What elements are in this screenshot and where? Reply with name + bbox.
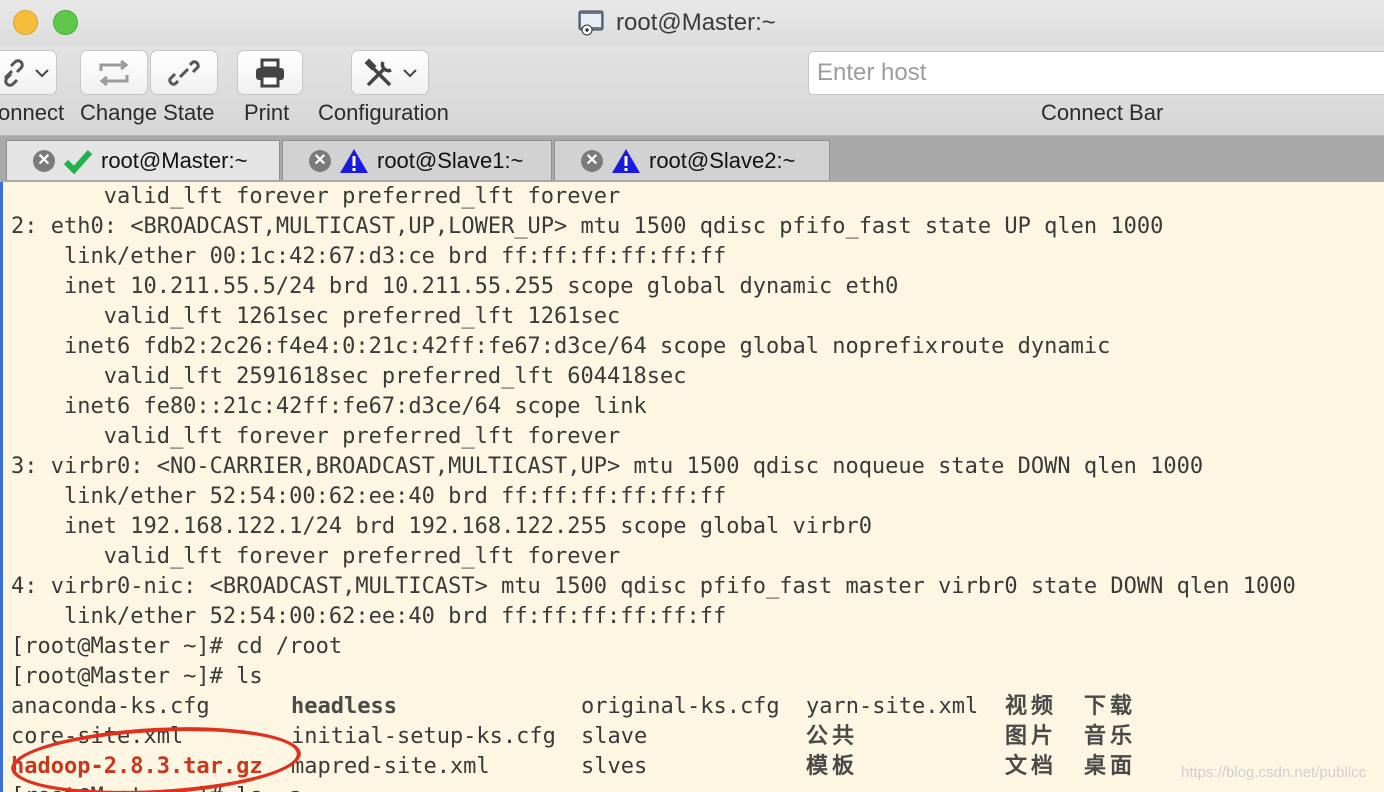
terminal-line: 2: eth0: <BROADCAST,MULTICAST,UP,LOWER_U… [11,214,1164,239]
terminal-app-icon [578,10,604,36]
terminal-line: valid_lft forever preferred_lft forever [11,544,621,569]
chevron-down-icon [403,68,417,77]
ls-entry: initial-setup-ks.cfg [291,724,556,749]
configuration-label: Configuration [318,100,449,125]
ls-entry: original-ks.cfg [581,694,780,719]
configuration-button[interactable] [351,50,429,95]
change-state-toggle-button[interactable] [80,50,148,95]
terminal-prompt-line: [root@Master ~]# cd /root [11,634,343,659]
ls-entry: yarn-site.xml [806,694,979,719]
tab-bar: ✕ root@Master:~ ✕ root@Slave1:~ ✕ root@S… [0,136,1384,182]
change-state-label: Change State [80,100,215,125]
terminal-line: valid_lft forever preferred_lft forever [11,424,621,449]
terminal-line: 4: virbr0-nic: <BROADCAST,MULTICAST> mtu… [11,574,1296,599]
chevron-down-icon [34,68,49,77]
terminal-line: link/ether 00:1c:42:67:d3:ce brd ff:ff:f… [11,244,727,269]
terminal-line: inet6 fdb2:2c26:f4e4:0:21c:42ff:fe67:d3c… [11,334,1111,359]
ls-entry-directory: 下载 [1084,694,1137,719]
warning-icon [612,148,640,173]
ls-entry-directory: 音乐 [1084,724,1137,749]
tab-slave2[interactable]: ✕ root@Slave2:~ [554,140,830,180]
window-title: root@Master:~ [578,8,776,38]
toolbar: Change State onnect Print Configuration … [0,46,1384,136]
terminal-line: valid_lft forever preferred_lft forever [11,184,621,209]
tab-label: root@Master:~ [101,147,248,173]
checkmark-icon [63,149,93,174]
close-icon[interactable]: ✕ [581,149,603,172]
link-icon [3,58,24,87]
ls-entry-directory: 公共 [806,724,859,749]
connect-button[interactable] [0,50,57,95]
reconnect-button[interactable] [150,50,218,95]
host-input[interactable] [808,51,1384,95]
terminal-prompt-line: [root@Master ~]# ls [11,664,263,689]
close-icon[interactable]: ✕ [309,149,331,172]
printer-icon [256,58,284,87]
ls-entry-directory: 桌面 [1084,754,1137,779]
ls-entry-directory: headless [291,694,397,719]
warning-icon [340,148,368,173]
ls-entry-directory: 文档 [1005,754,1058,779]
ls-entry-directory: 视频 [1005,694,1058,719]
terminal-line: link/ether 52:54:00:62:ee:40 brd ff:ff:f… [11,604,727,629]
print-button[interactable] [237,50,303,95]
ls-entry: anaconda-ks.cfg [11,694,210,719]
tab-label: root@Slave2:~ [649,147,796,173]
terminal-line: 3: virbr0: <NO-CARRIER,BROADCAST,MULTICA… [11,454,1204,479]
ls-entry: slves [581,754,648,779]
connect-bar-label: Connect Bar [1041,100,1164,125]
terminal-line: valid_lft 1261sec preferred_lft 1261sec [11,304,621,329]
ls-entry-directory: 图片 [1005,724,1058,749]
terminal-line: inet 10.211.55.5/24 brd 10.211.55.255 sc… [11,274,899,299]
tab-label: root@Slave1:~ [377,147,524,173]
watermark: https://blog.csdn.net/publicc [1181,764,1367,781]
terminal-line: inet 192.168.122.1/24 brd 192.168.122.25… [11,514,872,539]
tools-icon [364,58,392,86]
ls-entry: slave [581,724,648,749]
window-title-text: root@Master:~ [616,9,776,36]
title-bar: root@Master:~ [0,0,1384,46]
refresh-cycle-icon [99,59,129,86]
minimize-button[interactable] [13,10,38,35]
ls-entry-directory: 模板 [806,754,859,779]
terminal-output[interactable]: valid_lft forever preferred_lft forever … [0,182,1384,792]
terminal-line: inet6 fe80::21c:42ff:fe67:d3ce/64 scope … [11,394,647,419]
connect-label: onnect [0,100,65,125]
zoom-button[interactable] [53,10,78,35]
broken-link-icon [168,59,200,86]
terminal-line: valid_lft 2591618sec preferred_lft 60441… [11,364,687,389]
tab-master[interactable]: ✕ root@Master:~ [6,140,280,180]
tab-slave1[interactable]: ✕ root@Slave1:~ [282,140,552,180]
ls-entry: mapred-site.xml [291,754,490,779]
print-label: Print [244,100,290,125]
close-icon[interactable]: ✕ [33,149,55,172]
terminal-line: link/ether 52:54:00:62:ee:40 brd ff:ff:f… [11,484,727,509]
